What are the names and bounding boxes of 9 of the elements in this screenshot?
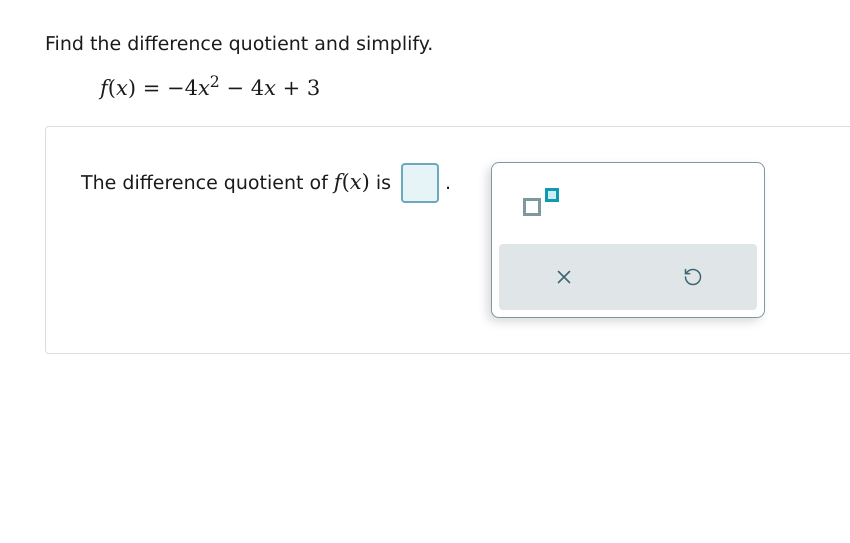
function-formula: f(x) = −4x$^{2}$ − 4x + 3 — [100, 72, 320, 102]
undo-icon — [682, 267, 703, 287]
instruction-text: Find the difference quotient and simplify. — [45, 32, 434, 57]
period-text: . — [445, 170, 452, 196]
function-notation: f(x) — [334, 169, 370, 196]
exponent-template-icon — [523, 188, 560, 216]
prompt-text: The difference quotient of — [81, 170, 328, 196]
prompt-text: is — [376, 170, 392, 196]
answer-input-field[interactable] — [401, 163, 440, 203]
